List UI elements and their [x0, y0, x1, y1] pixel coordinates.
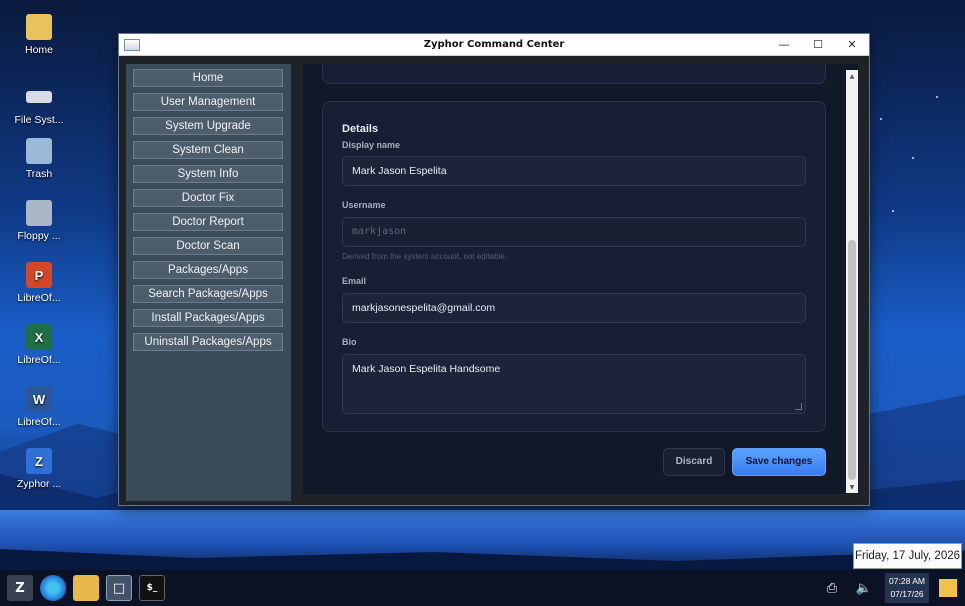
presentation-icon: P: [26, 262, 52, 288]
document-icon: W: [26, 386, 52, 412]
maximize-button[interactable]: ☐: [801, 34, 835, 56]
zyphor-icon: Z: [26, 448, 52, 474]
start-menu-icon[interactable]: Z: [7, 575, 33, 601]
details-card: Details Display name Mark Jason Espelita…: [322, 101, 826, 432]
spreadsheet-icon: X: [26, 324, 52, 350]
scroll-down-arrow-icon[interactable]: ▼: [846, 481, 858, 493]
browser-icon[interactable]: [40, 575, 66, 601]
sidebar-item-home[interactable]: Home: [133, 69, 283, 87]
app-window: Zyphor Command Center — ☐ ✕ Home User Ma…: [118, 33, 870, 506]
desktop-icon-trash[interactable]: Trash: [8, 138, 70, 180]
bio-text: Mark Jason Espelita Handsome: [352, 363, 501, 375]
close-button[interactable]: ✕: [835, 34, 869, 56]
desktop-icon-zyphor[interactable]: Z Zyphor ...: [8, 448, 70, 490]
desktop-icon-label: Trash: [25, 168, 53, 180]
bio-label: Bio: [342, 337, 357, 347]
scrollbar-thumb[interactable]: [848, 240, 856, 480]
star: [912, 157, 914, 159]
star: [936, 96, 938, 98]
desktop-icon-label: File Syst...: [14, 114, 64, 126]
save-changes-button[interactable]: Save changes: [732, 448, 826, 476]
display-name-input[interactable]: Mark Jason Espelita: [342, 156, 806, 186]
floppy-icon: [26, 200, 52, 226]
desktop-icon-label: LibreOf...: [17, 354, 61, 366]
previous-card: [322, 64, 826, 84]
username-hint: Derived from the system account, not edi…: [342, 252, 507, 261]
desktop-icon-label: Floppy ...: [17, 230, 61, 242]
terminal-icon[interactable]: $_: [139, 575, 165, 601]
minimize-button[interactable]: —: [767, 34, 801, 56]
sidebar-item-uninstall-packages[interactable]: Uninstall Packages/Apps: [133, 333, 283, 351]
discard-button[interactable]: Discard: [663, 448, 725, 476]
icon-glyph: X: [34, 329, 44, 345]
clock[interactable]: 07:28 AM 07/17/26: [885, 573, 929, 603]
desktop-icon-label: LibreOf...: [17, 292, 61, 304]
drive-icon: [26, 91, 52, 103]
clock-date: 07/17/26: [890, 589, 924, 599]
sidebar-item-user-management[interactable]: User Management: [133, 93, 283, 111]
username-input: markjason: [342, 217, 806, 247]
icon-glyph: P: [34, 267, 44, 283]
sidebar: Home User Management System Upgrade Syst…: [126, 64, 291, 501]
sidebar-item-doctor-report[interactable]: Doctor Report: [133, 213, 283, 231]
sidebar-item-install-packages[interactable]: Install Packages/Apps: [133, 309, 283, 327]
window-title: Zyphor Command Center: [423, 39, 565, 50]
desktop-icon-home[interactable]: Home: [8, 14, 70, 56]
taskbar: Z □ $_ ⎙ 🔈 07:28 AM 07/17/26: [0, 570, 965, 606]
desktop-icon-floppy[interactable]: Floppy ...: [8, 200, 70, 242]
email-label: Email: [342, 276, 367, 286]
display-name-label: Display name: [342, 140, 401, 150]
date-tooltip: Friday, 17 July, 2026: [853, 543, 962, 569]
bio-textarea[interactable]: Mark Jason Espelita Handsome: [342, 354, 806, 414]
sidebar-item-system-clean[interactable]: System Clean: [133, 141, 283, 159]
clock-time: 07:28 AM: [889, 576, 925, 586]
sidebar-item-doctor-scan[interactable]: Doctor Scan: [133, 237, 283, 255]
desktop-icon-filesystem[interactable]: File Syst...: [8, 84, 70, 126]
scroll-up-arrow-icon[interactable]: ▲: [846, 70, 858, 82]
system-tray: ⎙ 🔈 07:28 AM 07/17/26: [816, 570, 965, 606]
network-icon[interactable]: ⎙: [821, 577, 843, 599]
home-folder-icon: [26, 14, 52, 40]
username-label: Username: [342, 200, 386, 210]
sidebar-item-system-upgrade[interactable]: System Upgrade: [133, 117, 283, 135]
title-bar[interactable]: Zyphor Command Center — ☐ ✕: [119, 34, 869, 56]
desktop-icon-label: LibreOf...: [17, 416, 61, 428]
sidebar-item-doctor-fix[interactable]: Doctor Fix: [133, 189, 283, 207]
window-controls: — ☐ ✕: [767, 34, 869, 56]
content-pane: Details Display name Mark Jason Espelita…: [303, 64, 858, 494]
icon-glyph: Z: [35, 453, 43, 469]
file-manager-icon[interactable]: [73, 575, 99, 601]
desktop-icon-libreoffice-calc[interactable]: X LibreOf...: [8, 324, 70, 366]
details-title: Details: [342, 123, 379, 135]
desktop-icon-label: Home: [24, 44, 53, 56]
sidebar-item-packages-apps[interactable]: Packages/Apps: [133, 261, 283, 279]
desktop-icon-label: Zyphor ...: [16, 478, 62, 490]
star: [880, 118, 882, 120]
icon-glyph: W: [32, 391, 46, 407]
vertical-scrollbar[interactable]: ▲ ▼: [846, 70, 858, 493]
email-input[interactable]: markjasonespelita@gmail.com: [342, 293, 806, 323]
desktop-icon-libreoffice-writer[interactable]: W LibreOf...: [8, 386, 70, 428]
active-window-icon[interactable]: □: [106, 575, 132, 601]
sidebar-item-search-packages[interactable]: Search Packages/Apps: [133, 285, 283, 303]
resize-handle[interactable]: [795, 403, 802, 410]
show-desktop-icon[interactable]: [939, 579, 957, 597]
desktop-icon-libreoffice-impress[interactable]: P LibreOf...: [8, 262, 70, 304]
trash-icon: [26, 138, 52, 164]
volume-icon[interactable]: 🔈: [853, 577, 875, 599]
sidebar-item-system-info[interactable]: System Info: [133, 165, 283, 183]
star: [892, 210, 894, 212]
